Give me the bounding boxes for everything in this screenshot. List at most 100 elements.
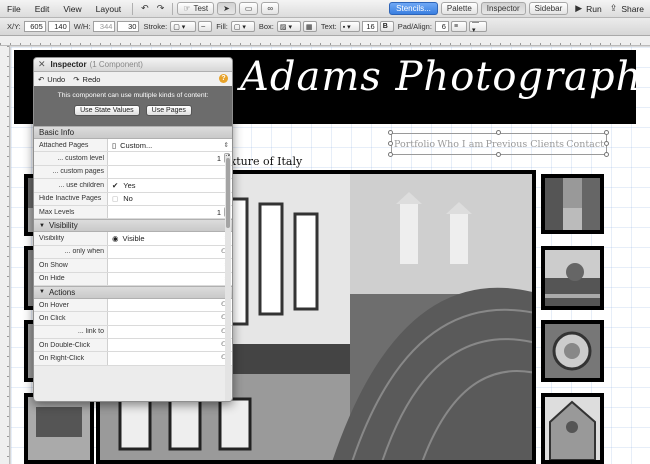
disclosure-triangle-icon: ▼ xyxy=(39,222,45,229)
on-double-click-label: On Double-Click xyxy=(39,341,90,349)
inspector-button[interactable]: Inspector xyxy=(480,2,526,15)
test-button[interactable]: ☞ Test xyxy=(177,2,215,15)
pad-field[interactable]: 6 xyxy=(434,21,449,32)
selection-handle[interactable] xyxy=(604,130,609,135)
visibility-dropdown[interactable]: ◉Visible⇕ xyxy=(107,232,232,245)
inspector-undo-button[interactable]: Undo xyxy=(47,75,65,84)
undo-icon: ↶ xyxy=(38,74,45,84)
custom-level-field[interactable]: 1▴▾ xyxy=(107,152,232,165)
notice-buttons: Use State Values Use Pages xyxy=(34,105,232,116)
gallery-subtitle[interactable]: xture of Italy xyxy=(230,155,302,168)
menu-file[interactable]: File xyxy=(0,4,28,14)
hide-inactive-label: Hide Inactive Pages xyxy=(39,195,102,203)
help-icon[interactable]: ? xyxy=(219,74,228,83)
thumbnail-image xyxy=(545,324,600,378)
thumbnail-left-4[interactable] xyxy=(24,393,94,464)
on-double-click-field[interactable]: 🔍︎ xyxy=(107,339,232,352)
on-click-field[interactable]: 🔍︎ xyxy=(107,312,232,325)
more-dropdown[interactable]: — ▾ xyxy=(468,19,487,34)
text-size-field[interactable]: 16 xyxy=(361,21,378,32)
selection-handle[interactable] xyxy=(604,141,609,146)
nav-portfolio[interactable]: Portfolio xyxy=(394,139,435,150)
horizontal-ruler xyxy=(0,36,650,46)
h-field[interactable]: 30 xyxy=(117,21,140,32)
share-button[interactable]: Share xyxy=(621,4,646,14)
visibility-header-label: Visibility xyxy=(48,221,78,231)
visibility-header[interactable]: ▼ Visibility xyxy=(34,219,232,233)
on-right-click-label: On Right-Click xyxy=(39,355,85,363)
thumbnail-church-facade[interactable] xyxy=(541,393,604,464)
on-click-label: On Click xyxy=(39,314,66,322)
fill-dropdown[interactable]: ▢ ▾ xyxy=(230,21,255,32)
nav-contact[interactable]: Contact xyxy=(566,139,604,150)
selection-handle[interactable] xyxy=(388,152,393,157)
align-icon: ≡ xyxy=(453,23,459,30)
box-dropdown[interactable]: ▨ ▾ xyxy=(276,21,301,32)
custom-level-row: ... custom level 1▴▾ xyxy=(34,152,232,166)
dropdown-arrows-icon: ⇕ xyxy=(223,142,229,149)
thumbnail-florence-skyline[interactable] xyxy=(541,246,604,310)
visibility-value: Visible xyxy=(122,234,145,244)
basic-info-header[interactable]: Basic Info xyxy=(34,126,232,139)
close-icon[interactable]: ✕ xyxy=(38,59,46,70)
text-color-dropdown[interactable]: ▪ ▾ xyxy=(339,21,360,32)
inspector-scrollbar[interactable] xyxy=(225,156,231,401)
max-levels-field[interactable]: 1▴▾ xyxy=(107,205,232,219)
selection-handle[interactable] xyxy=(496,130,501,135)
thumbnail-image xyxy=(545,178,600,230)
redo-icon[interactable]: ↷ xyxy=(153,3,169,14)
w-field[interactable]: 344 xyxy=(93,21,116,32)
on-double-click-row: On Double-Click 🔍︎ xyxy=(34,339,232,353)
x-field[interactable]: 605 xyxy=(23,21,46,32)
bold-button[interactable]: B xyxy=(379,21,394,32)
max-levels-value: 1 xyxy=(216,207,221,217)
use-pages-button[interactable]: Use Pages xyxy=(145,105,192,116)
actions-header[interactable]: ▼ Actions xyxy=(34,285,232,299)
inspector-redo-button[interactable]: Redo xyxy=(83,75,101,84)
stencils-button[interactable]: Stencils... xyxy=(389,2,438,15)
use-children-checkbox[interactable]: ✔ Yes xyxy=(107,179,232,192)
selection-handle[interactable] xyxy=(604,152,609,157)
undo-icon[interactable]: ↶ xyxy=(137,3,153,14)
on-right-click-field[interactable]: 🔍︎ xyxy=(107,352,232,365)
menu-view[interactable]: View xyxy=(56,4,88,14)
nav-previous-clients[interactable]: Previous Clients xyxy=(486,139,564,150)
stroke-width-dropdown[interactable]: – xyxy=(198,21,213,32)
use-state-values-button[interactable]: Use State Values xyxy=(74,105,140,116)
link-to-field[interactable]: 🔍︎ xyxy=(107,325,232,339)
align-dropdown[interactable]: ≡ xyxy=(450,21,467,32)
hide-inactive-checkbox[interactable]: ◻ No xyxy=(107,192,232,205)
on-hover-row: On Hover 🔍︎ xyxy=(34,298,232,313)
on-hide-label: On Hide xyxy=(39,275,65,283)
stroke-dropdown[interactable]: ▢ ▾ xyxy=(170,21,197,32)
thumbnail-dome-interior[interactable] xyxy=(541,320,604,382)
custom-pages-field[interactable] xyxy=(107,165,232,179)
only-when-field[interactable]: 🔍︎ xyxy=(107,245,232,259)
selection-handle[interactable] xyxy=(496,152,501,157)
inspector-title-bar[interactable]: ✕ Inspector (1 Component) xyxy=(34,58,232,72)
attached-pages-dropdown[interactable]: ▯ Custom... ⇕ xyxy=(107,139,232,152)
selection-handle[interactable] xyxy=(388,141,393,146)
box-style-dropdown[interactable]: ▦ xyxy=(302,21,317,32)
site-title[interactable]: Adams Photography xyxy=(240,54,650,100)
run-button[interactable]: Run xyxy=(586,4,606,14)
thumbnail-canal[interactable] xyxy=(541,174,604,234)
sidebar-button[interactable]: Sidebar xyxy=(528,2,569,15)
nav-who-i-am[interactable]: Who I am xyxy=(437,139,483,150)
custom-pages-row: ... custom pages xyxy=(34,165,232,180)
palette-button[interactable]: Palette xyxy=(440,2,478,15)
link-tool-button[interactable]: ∞ xyxy=(261,2,280,15)
selection-handle[interactable] xyxy=(388,130,393,135)
menu-layout[interactable]: Layout xyxy=(89,4,129,14)
on-hover-field[interactable]: 🔍︎ xyxy=(107,298,232,312)
on-hide-dropdown[interactable]: ⇕ xyxy=(107,272,232,285)
comment-tool-button[interactable]: ▭ xyxy=(238,2,259,15)
pointer-icon: ➤ xyxy=(223,4,230,13)
on-show-dropdown[interactable]: ⇕ xyxy=(107,259,232,272)
eye-icon: ◉ xyxy=(112,234,119,244)
inspector-scrollbar-thumb[interactable] xyxy=(226,158,230,228)
wh-label: W/H: xyxy=(73,22,91,31)
pointer-tool-button[interactable]: ➤ xyxy=(217,2,236,15)
y-field[interactable]: 140 xyxy=(47,21,70,32)
menu-edit[interactable]: Edit xyxy=(28,4,57,14)
